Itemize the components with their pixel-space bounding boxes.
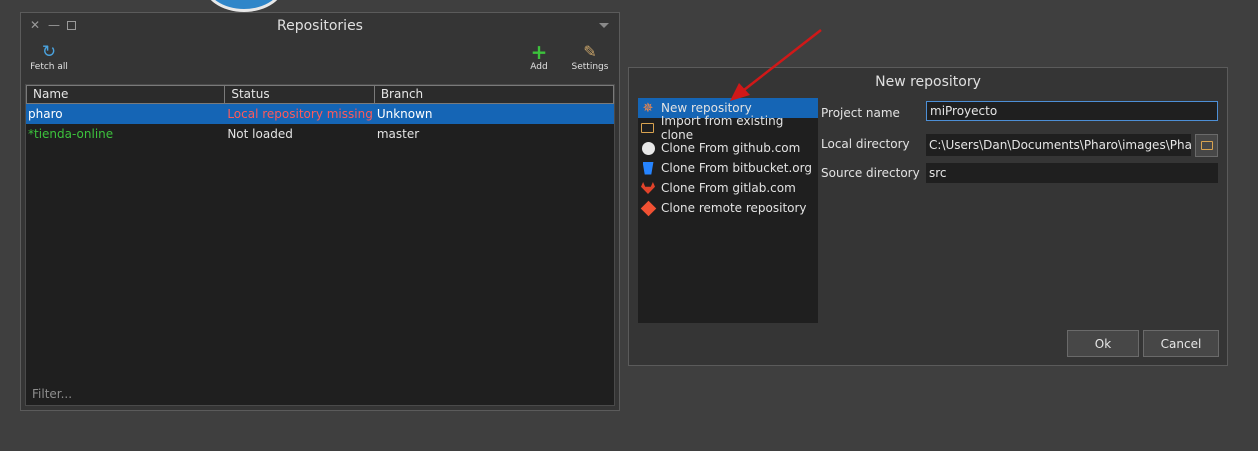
bitbucket-icon <box>640 160 656 176</box>
wrench-icon: ✎ <box>583 42 597 61</box>
repositories-window: ✕ — Repositories ↻ Fetch all + Add ✎ Set… <box>20 12 620 411</box>
filter-input[interactable]: Filter... <box>32 387 72 401</box>
repo-branch: master <box>376 127 420 141</box>
source-item-remote[interactable]: Clone remote repository <box>638 198 818 218</box>
source-item-import-clone[interactable]: Import from existing clone <box>638 114 818 142</box>
annotation-arrow-line <box>743 29 822 91</box>
column-header-status[interactable]: Status <box>225 85 375 104</box>
refresh-icon: ↻ <box>41 42 57 62</box>
repo-name: *tienda-online <box>28 127 114 141</box>
new-repository-dialog: New repository ✵ New repository Import f… <box>628 67 1228 366</box>
repositories-table: Name Status Branch pharo Local repositor… <box>25 84 615 406</box>
local-directory-input[interactable] <box>926 134 1191 156</box>
add-label: Add <box>530 62 548 72</box>
repo-name: pharo <box>28 107 63 121</box>
settings-button[interactable]: ✎ Settings <box>571 42 609 73</box>
repo-status: Not loaded <box>227 127 293 141</box>
folder-icon <box>640 120 656 136</box>
window-menu-chevron-down-icon[interactable] <box>599 23 609 28</box>
column-header-name[interactable]: Name <box>26 85 226 104</box>
gitlab-icon <box>640 180 656 196</box>
source-item-label: Import from existing clone <box>660 114 784 142</box>
table-row[interactable]: *tienda-online Not loaded master <box>26 124 614 144</box>
source-item-label: Clone remote repository <box>661 201 807 215</box>
repo-status: Local repository missing <box>227 107 373 121</box>
folder-icon <box>1200 141 1213 150</box>
local-directory-label: Local directory <box>821 137 910 151</box>
table-header: Name Status Branch <box>26 85 614 104</box>
dialog-title: New repository <box>875 74 981 90</box>
new-repository-icon: ✵ <box>642 100 654 116</box>
repositories-toolbar: ↻ Fetch all + Add ✎ Settings <box>21 41 619 85</box>
source-item-bitbucket[interactable]: Clone From bitbucket.org <box>638 158 818 178</box>
column-header-branch[interactable]: Branch <box>374 85 614 104</box>
source-item-label: Clone From gitlab.com <box>661 181 796 195</box>
table-row[interactable]: pharo Local repository missing Unknown <box>26 104 614 124</box>
project-name-input[interactable] <box>926 101 1218 121</box>
repo-branch: Unknown <box>376 107 433 121</box>
window-title: Repositories <box>277 18 363 34</box>
project-name-label: Project name <box>821 106 900 120</box>
repository-source-list: ✵ New repository Import from existing cl… <box>638 98 818 323</box>
ok-button[interactable]: Ok <box>1067 330 1139 357</box>
plus-icon: + <box>530 40 548 64</box>
add-button[interactable]: + Add <box>525 40 553 72</box>
pharo-logo-blob <box>203 0 285 12</box>
source-directory-input[interactable] <box>926 163 1218 183</box>
annotation-arrow <box>730 29 822 101</box>
source-item-github[interactable]: Clone From github.com <box>638 138 818 158</box>
source-directory-label: Source directory <box>821 166 920 180</box>
browse-folder-button[interactable] <box>1195 134 1218 157</box>
source-item-gitlab[interactable]: Clone From gitlab.com <box>638 178 818 198</box>
cancel-button[interactable]: Cancel <box>1143 330 1219 357</box>
source-item-label: Clone From bitbucket.org <box>661 161 812 175</box>
source-item-label: Clone From github.com <box>661 141 801 155</box>
git-icon <box>640 200 656 216</box>
annotation-arrow-head <box>730 83 750 101</box>
fetch-all-button[interactable]: ↻ Fetch all <box>29 43 69 72</box>
settings-label: Settings <box>571 62 609 72</box>
repositories-titlebar: ✕ — Repositories <box>21 13 619 41</box>
fetch-all-label: Fetch all <box>30 62 68 72</box>
github-icon <box>640 140 656 156</box>
